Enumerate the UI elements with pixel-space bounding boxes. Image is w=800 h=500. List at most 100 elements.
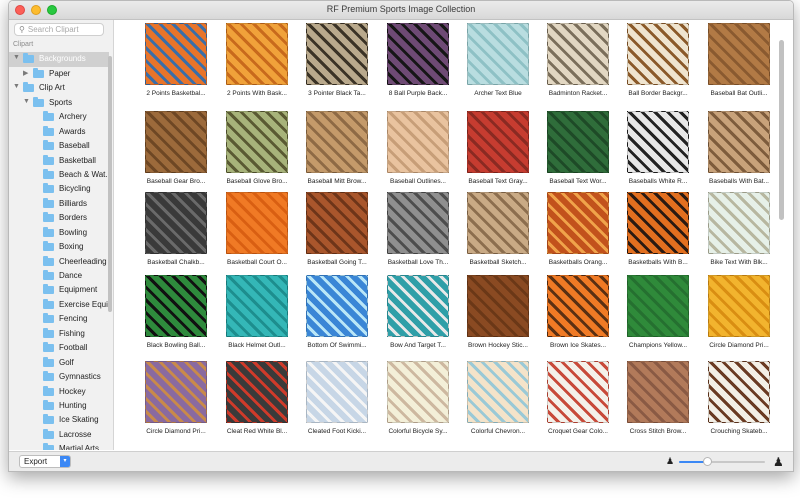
title-bar[interactable]: RF Premium Sports Image Collection: [9, 1, 793, 20]
grid-item[interactable]: Baseballs With Bat...: [692, 111, 772, 195]
folder-icon: [23, 82, 34, 93]
disclosure-expanded-icon[interactable]: ▼: [23, 98, 30, 105]
sidebar-item-label: Baseball: [59, 141, 90, 151]
grid-item[interactable]: Baseball Mitt Brow...: [290, 111, 370, 195]
grid-item[interactable]: Circle Diamond Pri...: [129, 361, 209, 445]
grid-item[interactable]: Crouching Skateb...: [692, 361, 772, 445]
sidebar-item[interactable]: Lacrosse: [9, 428, 109, 442]
grid-item[interactable]: Colorful Bicycle Sy...: [371, 361, 451, 445]
zoom-slider-knob[interactable]: [703, 457, 713, 466]
grid-item[interactable]: Baseball Bat Outli...: [692, 23, 772, 107]
grid-item[interactable]: Badminton Racket...: [531, 23, 611, 107]
sidebar-item[interactable]: Exercise Equi...: [9, 298, 113, 312]
grid-item[interactable]: 2 Points Basketbal...: [129, 23, 209, 107]
grid-item[interactable]: Ball Border Backgr...: [611, 23, 691, 107]
disclosure-expanded-icon[interactable]: ▼: [13, 83, 20, 90]
sidebar-scrollbar[interactable]: [108, 56, 112, 312]
thumbnail-image: [467, 275, 529, 337]
image-grid: 2 Points Basketbal... 2 Points With Bask.…: [114, 20, 786, 450]
sidebar-item[interactable]: Cheerleading: [9, 255, 109, 269]
sidebar-item[interactable]: Fencing: [9, 312, 109, 326]
sidebar-item[interactable]: Beach & Wat...: [9, 168, 112, 182]
sidebar-item-label: Gymnastics: [59, 372, 101, 382]
grid-item[interactable]: Cleated Foot Kicki...: [290, 361, 370, 445]
sidebar-item[interactable]: Dance: [9, 269, 109, 283]
sidebar-item[interactable]: Awards: [9, 125, 109, 139]
thumbnail-image: [708, 361, 770, 423]
sidebar-item[interactable]: Ice Skating: [9, 413, 109, 427]
thumbnail-image: [226, 23, 288, 85]
sidebar-item[interactable]: Hunting: [9, 399, 109, 413]
grid-item[interactable]: Brown Ice Skates...: [531, 275, 611, 359]
thumbnail-image: [708, 192, 770, 254]
sidebar-item[interactable]: Hockey: [9, 385, 109, 399]
grid-item[interactable]: Basketball Court O...: [210, 192, 290, 276]
grid-item[interactable]: Archer Text Blue: [451, 23, 531, 107]
grid-item[interactable]: Black Helmet Outl...: [210, 275, 290, 359]
sidebar-item[interactable]: Baseball: [9, 139, 109, 153]
thumbnail-image: [306, 111, 368, 173]
sidebar-item[interactable]: ▼ Clip Art: [9, 81, 109, 95]
folder-icon: [43, 168, 54, 179]
grid-item[interactable]: Bow And Target T...: [371, 275, 451, 359]
grid-item[interactable]: Baseball Gear Bro...: [129, 111, 209, 195]
sidebar-item[interactable]: Martial Arts: [9, 442, 109, 450]
grid-item[interactable]: Baseball Text Gray...: [451, 111, 531, 195]
sidebar-item[interactable]: Billiards: [9, 197, 109, 211]
grid-item[interactable]: Circle Diamond Pri...: [692, 275, 772, 359]
thumbnail-image: [306, 275, 368, 337]
grid-item[interactable]: Basketballs With B...: [611, 192, 691, 276]
grid-scrollbar[interactable]: [779, 40, 784, 220]
sidebar-item[interactable]: Golf: [9, 356, 109, 370]
grid-item[interactable]: Bike Text With Blk...: [692, 192, 772, 276]
grid-item[interactable]: Croquet Gear Colo...: [531, 361, 611, 445]
sidebar-item[interactable]: ▶ Paper: [9, 67, 109, 81]
grid-item[interactable]: Baseball Glove Bro...: [210, 111, 290, 195]
sidebar-item[interactable]: Bowling: [9, 226, 109, 240]
sidebar-item[interactable]: ▼ Sports: [9, 96, 109, 110]
thumbnail-caption: Bike Text With Blk...: [710, 259, 768, 266]
thumbnail-caption: Bottom Of Swimmi...: [307, 342, 367, 349]
grid-item[interactable]: Black Bowling Ball...: [129, 275, 209, 359]
thumbnail-image: [145, 23, 207, 85]
grid-item[interactable]: Cleat Red White Bl...: [210, 361, 290, 445]
grid-item[interactable]: Basketball Going T...: [290, 192, 370, 276]
export-popup-button[interactable]: Export ▾: [19, 455, 71, 468]
sidebar-item[interactable]: Gymnastics: [9, 370, 109, 384]
sidebar-item[interactable]: Football: [9, 341, 109, 355]
sidebar-item[interactable]: Equipment: [9, 283, 109, 297]
folder-icon: [43, 443, 54, 450]
sidebar-item[interactable]: Basketball: [9, 154, 109, 168]
grid-item[interactable]: Basketball Sketch...: [451, 192, 531, 276]
disclosure-collapsed-icon[interactable]: ▶: [23, 69, 28, 77]
grid-item[interactable]: Bottom Of Swimmi...: [290, 275, 370, 359]
grid-item[interactable]: Basketballs Orang...: [531, 192, 611, 276]
disclosure-expanded-icon[interactable]: ▼: [13, 54, 20, 61]
thumbnail-image: [306, 192, 368, 254]
sidebar-item-label: Fencing: [59, 314, 88, 324]
grid-item[interactable]: 2 Points With Bask...: [210, 23, 290, 107]
grid-item[interactable]: Champions Yellow...: [611, 275, 691, 359]
search-field[interactable]: ⚲ Search Clipart: [14, 23, 104, 36]
grid-item[interactable]: Colorful Chevron...: [451, 361, 531, 445]
sidebar-item[interactable]: Boxing: [9, 240, 109, 254]
grid-item[interactable]: 8 Ball Purple Back...: [371, 23, 451, 107]
search-placeholder: Search Clipart: [27, 25, 79, 34]
sidebar-item[interactable]: Bicycling: [9, 182, 109, 196]
sidebar-item-label: Sports: [49, 97, 73, 107]
grid-item[interactable]: Baseballs White R...: [611, 111, 691, 195]
sidebar-item[interactable]: ▼ Backgrounds: [9, 52, 109, 67]
sidebar-item-label: Paper: [49, 68, 71, 78]
grid-item[interactable]: Baseball Text Wor...: [531, 111, 611, 195]
sidebar-item[interactable]: Archery: [9, 110, 109, 124]
sidebar-item[interactable]: Fishing: [9, 327, 109, 341]
grid-item[interactable]: Baseball Outlines...: [371, 111, 451, 195]
zoom-slider[interactable]: [679, 457, 765, 466]
grid-item[interactable]: Basketball Chalkb...: [129, 192, 209, 276]
sidebar-item[interactable]: Borders: [9, 211, 109, 225]
grid-item[interactable]: Cross Stitch Brow...: [611, 361, 691, 445]
grid-item[interactable]: Brown Hockey Stic...: [451, 275, 531, 359]
sidebar-item-label: Equipment: [59, 285, 98, 295]
grid-item[interactable]: 3 Pointer Black Ta...: [290, 23, 370, 107]
grid-item[interactable]: Basketball Love Th...: [371, 192, 451, 276]
